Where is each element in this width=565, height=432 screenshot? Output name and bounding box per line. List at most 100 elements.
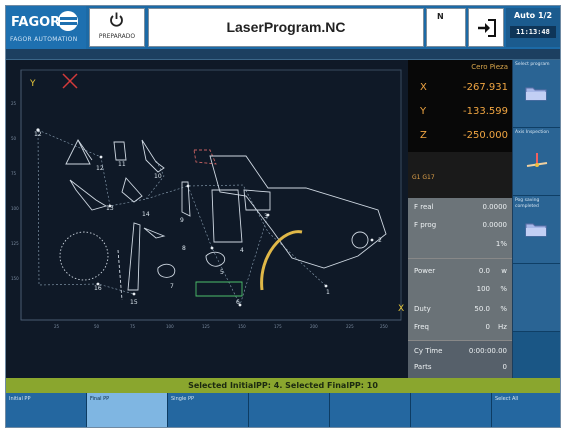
freq-unit: Hz xyxy=(498,323,507,331)
parts-label: Parts xyxy=(414,363,432,371)
axis-name: Y xyxy=(420,106,427,117)
axis-value: -250.000 xyxy=(463,130,508,141)
fkey-label: Initial PP xyxy=(9,396,31,402)
softkey-program-saving[interactable]: Pog saving completed xyxy=(513,196,560,264)
power-label: PREPARADO xyxy=(98,33,136,40)
svg-text:50: 50 xyxy=(94,324,100,329)
power-pct-unit: % xyxy=(500,285,507,293)
fkey-select-all[interactable]: Select All xyxy=(492,393,560,427)
header-bar: FAGOR FAGOR AUTOMATION PREPARADO LaserPr… xyxy=(6,6,560,49)
feed-real-value: 0.0000 xyxy=(482,203,508,211)
arc-contour xyxy=(260,230,303,291)
status-message: Selected InitialPP: 4. Selected FinalPP:… xyxy=(6,378,560,393)
svg-text:5: 5 xyxy=(220,269,224,276)
info-bar xyxy=(6,49,560,60)
svg-text:150: 150 xyxy=(238,324,246,329)
folder-icon xyxy=(525,223,547,237)
cycle-info-panel: Cy Time 0:00:00.00 Parts 0 xyxy=(408,340,512,379)
feed-real-label: F real xyxy=(414,203,434,211)
cycle-time-label: Cy Time xyxy=(414,347,443,355)
svg-text:25: 25 xyxy=(54,324,60,329)
power-unit: w xyxy=(501,267,507,275)
side-softkeys: Select program Axis Inspection Pog savin… xyxy=(513,60,560,378)
cycle-time-row: Cy Time 0:00:00.00 xyxy=(408,345,512,359)
duty-row: Duty 50.0 % xyxy=(408,303,512,317)
softkey-select-program[interactable]: Select program xyxy=(513,60,560,128)
duty-value: 50.0 xyxy=(474,305,490,313)
mode-indicator: Auto 1/2 11:13:48 xyxy=(506,8,560,47)
cycle-time-value: 0:00:00.00 xyxy=(468,347,507,355)
softkey-label: Pog saving completed xyxy=(515,198,540,209)
program-title: LaserProgram.NC xyxy=(148,8,424,47)
fkey-4[interactable] xyxy=(249,393,330,427)
fkey-final-pp[interactable]: Final PP xyxy=(87,393,168,427)
fkey-5[interactable] xyxy=(330,393,411,427)
feed-prog-row: F prog 0.0000 xyxy=(408,219,512,233)
svg-text:1: 1 xyxy=(326,289,330,296)
svg-text:7: 7 xyxy=(170,283,174,290)
fkey-label: Single PP xyxy=(171,396,194,402)
power-label: Power xyxy=(414,267,436,275)
coord-row-y: Y -133.599 xyxy=(408,102,512,124)
coord-row-z: Z -250.000 xyxy=(408,126,512,148)
cnc-screen: FAGOR FAGOR AUTOMATION PREPARADO LaserPr… xyxy=(5,5,561,428)
power-button[interactable]: PREPARADO xyxy=(89,8,145,47)
axis-value: -267.931 xyxy=(463,82,508,93)
svg-text:125: 125 xyxy=(11,241,19,246)
n-label: N xyxy=(437,12,444,21)
power-icon xyxy=(110,12,123,27)
active-gcode-panel: G1 G17 xyxy=(408,152,512,198)
svg-text:50: 50 xyxy=(11,136,17,141)
softkey-empty[interactable] xyxy=(513,264,560,332)
power-row: Power 0.0 w xyxy=(408,265,512,279)
softkey-label: Select program xyxy=(515,62,550,67)
fkey-single-pp[interactable]: Single PP xyxy=(168,393,249,427)
coordinate-display: Cero Pieza X -267.931 Y -133.599 Z -250.… xyxy=(408,60,512,152)
softkey-axis-inspection[interactable]: Axis Inspection xyxy=(513,128,560,196)
svg-text:100: 100 xyxy=(11,206,19,211)
block-number-box: N xyxy=(426,8,466,47)
svg-text:16: 16 xyxy=(94,285,102,292)
svg-text:200: 200 xyxy=(310,324,318,329)
fkey-initial-pp[interactable]: Initial PP xyxy=(6,393,87,427)
parts-value: 0 xyxy=(502,363,507,371)
clock: 11:13:48 xyxy=(510,26,556,38)
freq-row: Freq 0 Hz xyxy=(408,321,512,335)
svg-text:12: 12 xyxy=(34,131,42,138)
fkey-label: Select All xyxy=(495,396,519,402)
feed-prog-label: F prog xyxy=(414,221,437,229)
svg-text:75: 75 xyxy=(130,324,136,329)
fagor-logo: FAGOR FAGOR AUTOMATION xyxy=(6,6,86,49)
svg-text:11: 11 xyxy=(118,161,126,168)
svg-text:8: 8 xyxy=(182,245,186,252)
exit-icon xyxy=(478,19,496,37)
laser-head-icon xyxy=(526,153,548,167)
graphics-canvas[interactable]: 25 50 75 100 125 150 175 200 225 250 25 50 75 10… xyxy=(6,60,408,378)
folder-icon xyxy=(525,87,547,101)
freq-label: Freq xyxy=(414,323,429,331)
axis-value: -133.599 xyxy=(463,106,508,117)
y-axis-label: Y xyxy=(29,79,36,89)
svg-text:14: 14 xyxy=(142,211,150,218)
svg-text:250: 250 xyxy=(380,324,388,329)
svg-text:9: 9 xyxy=(180,217,184,224)
power-pct-row: 100 % xyxy=(408,283,512,297)
fkey-6[interactable] xyxy=(411,393,492,427)
softkey-label: Axis Inspection xyxy=(515,130,550,135)
duty-unit: % xyxy=(500,305,507,313)
svg-text:15: 15 xyxy=(130,299,138,306)
power-value: 0.0 xyxy=(478,267,490,275)
power-pct-value: 100 xyxy=(476,285,490,293)
feed-panel: F real 0.0000 F prog 0.0000 1% xyxy=(408,198,512,258)
toolpath-graphic: 25 50 75 100 125 150 175 200 225 250 255075 10… xyxy=(11,69,404,329)
freq-value: 0 xyxy=(485,323,490,331)
svg-text:10: 10 xyxy=(154,173,162,180)
exit-button[interactable] xyxy=(468,8,504,47)
mode-label: Auto 1/2 xyxy=(513,11,553,20)
logo-mark-icon xyxy=(58,11,78,31)
fkey-label: Final PP xyxy=(90,396,110,402)
axis-name: X xyxy=(420,82,427,93)
function-key-bar: Initial PP Final PP Single PP Select All xyxy=(6,393,560,427)
logo-text: FAGOR xyxy=(11,15,61,30)
feed-prog-value: 0.0000 xyxy=(482,221,508,229)
